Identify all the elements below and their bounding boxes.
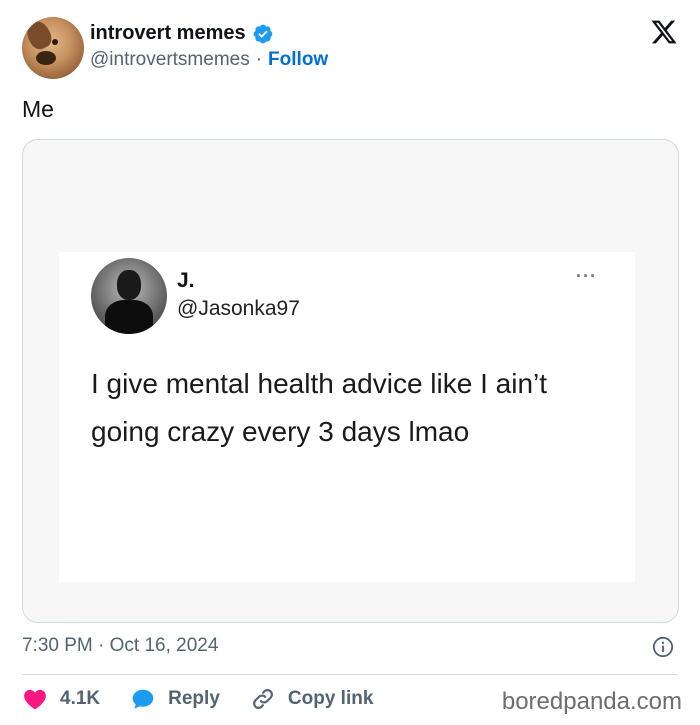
action-bar: 4.1K Reply Copy link (22, 686, 403, 712)
like-button[interactable]: 4.1K (22, 686, 100, 712)
tweet-text: Me (22, 96, 54, 122)
heart-icon (24, 689, 46, 710)
author-avatar[interactable] (22, 17, 84, 79)
reply-label: Reply (168, 688, 220, 709)
tweet-card: introvert memes @introvertsmemes · Follo… (0, 0, 700, 725)
embedded-text-line-2: going crazy every 3 days lmao (91, 416, 470, 447)
follow-button[interactable]: Follow (268, 49, 328, 71)
separator-dot: · (255, 49, 263, 70)
embedded-post: J. @Jasonka97 ··· I give mental health a… (59, 252, 635, 582)
author-name-row: introvert memes (90, 22, 274, 45)
like-count: 4.1K (60, 688, 101, 709)
divider (22, 674, 678, 675)
reply-button[interactable]: Reply (130, 686, 220, 712)
info-icon[interactable] (652, 636, 674, 658)
author-handle-row: @introvertsmemes · Follow (90, 49, 328, 71)
reply-bubble-icon (132, 689, 154, 709)
embedded-handle: @Jasonka97 (177, 297, 300, 320)
x-logo-icon[interactable] (650, 18, 678, 46)
embedded-name: J. (177, 269, 195, 292)
media-image[interactable]: J. @Jasonka97 ··· I give mental health a… (22, 139, 679, 623)
link-icon (252, 689, 273, 709)
copy-link-label: Copy link (287, 688, 374, 709)
embedded-avatar (91, 258, 167, 334)
embedded-text-line-1: I give mental health advice like I ain’t (91, 368, 548, 399)
embedded-text: I give mental health advice like I ain’t… (91, 360, 611, 456)
verified-badge-icon (253, 24, 273, 43)
author-handle[interactable]: @introvertsmemes (90, 49, 250, 71)
more-dots-icon: ··· (576, 266, 597, 286)
author-name[interactable]: introvert memes (90, 22, 246, 45)
timestamp[interactable]: 7:30 PM · Oct 16, 2024 (22, 635, 218, 657)
watermark: boredpanda.com (501, 688, 682, 715)
copy-link-button[interactable]: Copy link (250, 686, 374, 712)
